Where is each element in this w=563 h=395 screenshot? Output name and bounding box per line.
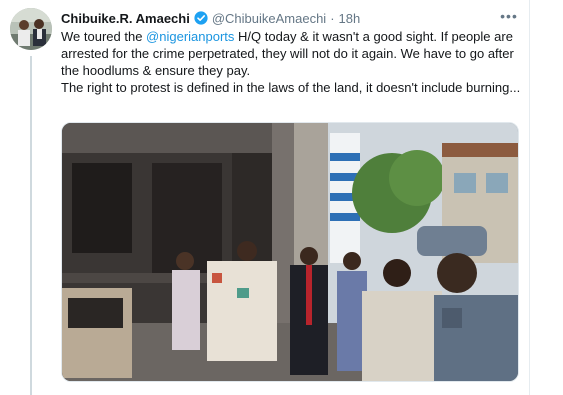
avatar[interactable]: [10, 8, 52, 50]
thread-line: [30, 56, 32, 395]
tweet-header: Chibuike.R. Amaechi @ChibuikeAmaechi · 1…: [61, 9, 360, 27]
user-handle[interactable]: @ChibuikeAmaechi: [212, 11, 326, 26]
tweet-paragraph-1: We toured the @nigerianports H/Q today &…: [61, 28, 523, 79]
tweet-photo[interactable]: [61, 122, 519, 382]
timestamp[interactable]: 18h: [339, 11, 361, 26]
tweet-paragraph-2: The right to protest is defined in the l…: [61, 80, 521, 95]
tweet-text: We toured the @nigerianports H/Q today &…: [61, 28, 523, 96]
separator-dot: ·: [330, 10, 335, 26]
divider: [529, 0, 530, 395]
more-options-icon[interactable]: •••: [500, 9, 518, 25]
tweet-text-prefix: We toured the: [61, 29, 147, 44]
verified-badge-icon: [194, 11, 208, 25]
display-name[interactable]: Chibuike.R. Amaechi: [61, 11, 190, 26]
tweet-card[interactable]: Chibuike.R. Amaechi @ChibuikeAmaechi · 1…: [0, 0, 563, 395]
mention-link[interactable]: @nigerianports: [146, 29, 234, 44]
